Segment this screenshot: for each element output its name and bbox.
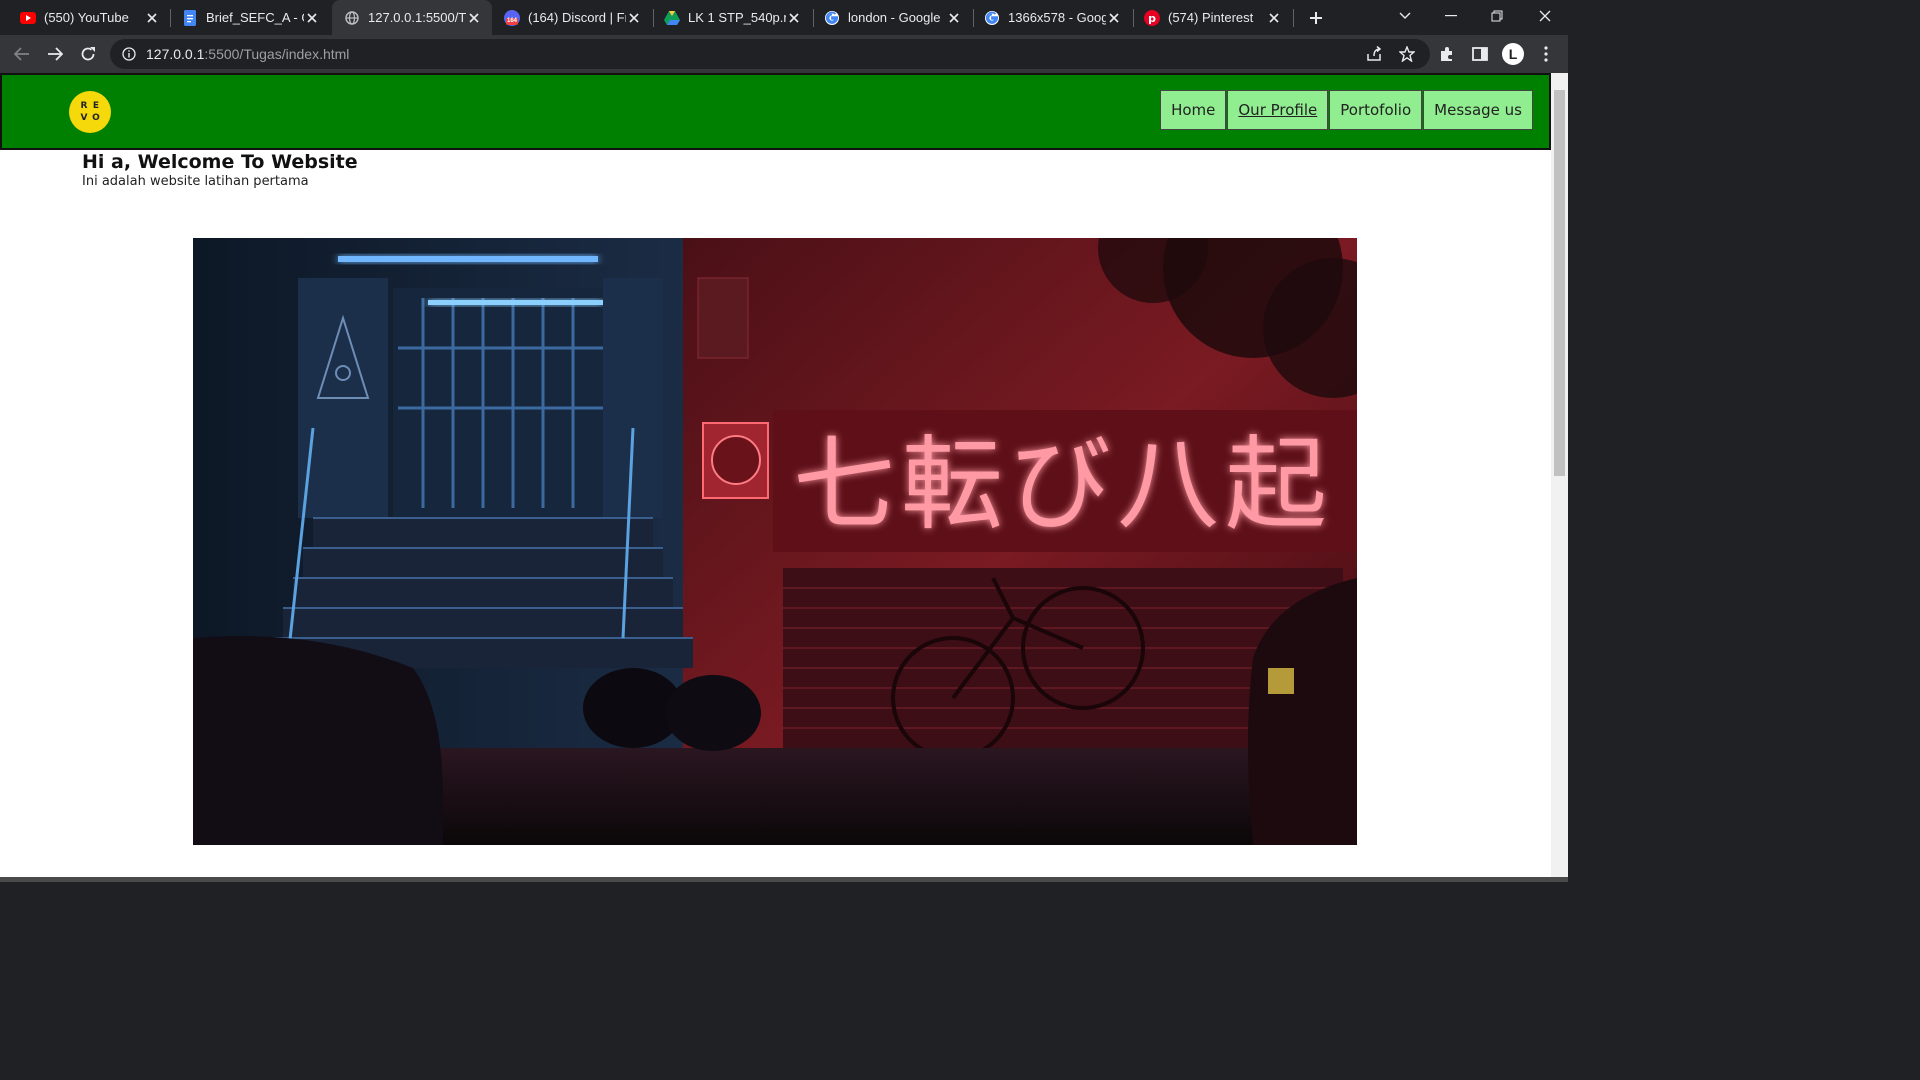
profile-button[interactable]: L [1499,40,1527,68]
tab-title: london - Google [848,10,941,25]
arrow-right-icon [48,47,63,61]
tab-title: (574) Pinterest [1168,10,1254,25]
close-tab-icon[interactable] [946,10,962,26]
logo-letter: E [92,101,100,111]
neon-street-illustration: 七転び八起 [193,238,1357,845]
tab-drive-video[interactable]: LK 1 STP_540p.mp [654,0,812,35]
tab-brief-doc[interactable]: Brief_SEFC_A - Go [172,0,330,35]
tab-pinterest[interactable]: p (574) Pinterest [1134,0,1292,35]
neon-sign-text: 七転び八起 [793,426,1333,545]
page-scrollbar[interactable] [1551,73,1568,877]
new-tab-button[interactable] [1304,6,1328,30]
google-drive-icon [664,10,680,26]
logo-letter: O [92,113,100,123]
url-host: 127.0.0.1 [146,46,205,62]
url-path: :5500/Tugas/index.html [204,46,350,62]
tab-discord[interactable]: 164 (164) Discord | Fri [494,0,652,35]
forward-button[interactable] [41,40,69,68]
restore-button[interactable] [1474,0,1520,32]
browser-toolbar: 127.0.0.1:5500/Tugas/index.html L [0,35,1568,73]
browser-tab-strip: (550) YouTube Brief_SEFC_A - Go 127.0.0.… [0,0,1568,35]
arrow-left-icon [14,47,29,61]
close-icon [1539,10,1551,22]
close-tab-icon[interactable] [626,10,642,26]
nav-our-profile[interactable]: Our Profile [1227,90,1329,130]
close-tab-icon[interactable] [1266,10,1282,26]
tab-title: 1366x578 - Goog [1008,10,1106,25]
tab-title: 127.0.0.1:5500/Tu [368,10,466,25]
close-tab-icon[interactable] [144,10,160,26]
back-button[interactable] [8,40,36,68]
url-text: 127.0.0.1:5500/Tugas/index.html [146,46,349,62]
tab-google-london[interactable]: london - Google [814,0,972,35]
site-logo[interactable]: R E V O [69,91,111,133]
puzzle-icon [1441,47,1452,61]
pinterest-icon: p [1144,9,1160,26]
youtube-icon [20,10,36,26]
globe-icon [344,10,360,26]
restore-icon [1491,10,1503,22]
extensions-button[interactable] [1433,40,1461,68]
logo-letter: R [80,101,88,111]
info-icon[interactable] [122,47,136,61]
tab-title: (550) YouTube [44,10,129,25]
menu-button[interactable] [1532,40,1560,68]
side-panel-icon [1472,47,1488,61]
close-tab-icon[interactable] [786,10,802,26]
reload-icon [81,47,95,61]
hero-image: 七転び八起 [193,238,1357,845]
hero-title: Hi a, Welcome To Website [82,151,358,173]
google-icon [984,10,1000,26]
tab-youtube[interactable]: (550) YouTube [0,0,170,35]
page-viewport: R E V O Home Our Profile Portofolio Mess… [0,73,1551,877]
address-bar[interactable]: 127.0.0.1:5500/Tugas/index.html [110,39,1430,69]
main-nav: Home Our Profile Portofolio Message us [1159,90,1533,130]
svg-text:p: p [1148,12,1156,25]
site-header: R E V O Home Our Profile Portofolio Mess… [0,73,1551,150]
chevron-down-icon [1399,12,1411,19]
star-icon [1399,46,1415,62]
google-docs-icon [182,9,198,26]
scrollbar-thumb[interactable] [1554,90,1565,476]
tab-title: LK 1 STP_540p.mp [688,10,786,25]
plus-icon [1310,12,1322,24]
minimize-button[interactable] [1428,0,1474,32]
share-button[interactable] [1360,40,1388,68]
tab-localhost[interactable]: 127.0.0.1:5500/Tu [332,0,492,35]
tab-title: Brief_SEFC_A - Go [206,10,304,25]
kebab-menu-icon [1544,46,1548,62]
hero-text: Hi a, Welcome To Website Ini adalah webs… [82,151,358,189]
close-tab-icon[interactable] [466,10,482,26]
close-tab-icon[interactable] [1106,10,1122,26]
hero-subtitle: Ini adalah website latihan pertama [82,174,309,189]
avatar-initial: L [1508,46,1518,62]
tab-search-button[interactable] [1382,0,1428,32]
share-icon [1367,46,1382,61]
discord-icon: 164 [504,9,520,26]
window-bottom-edge [0,877,1568,882]
reload-button[interactable] [74,40,102,68]
google-icon [824,10,840,26]
tab-google-1366[interactable]: 1366x578 - Goog [974,0,1132,35]
logo-letter: V [80,113,88,123]
close-window-button[interactable] [1522,0,1568,32]
avatar: L [1502,43,1524,65]
bookmark-button[interactable] [1393,40,1421,68]
close-tab-icon[interactable] [304,10,320,26]
minimize-icon [1445,15,1457,17]
tab-title: (164) Discord | Fri [528,10,626,25]
nav-message-us[interactable]: Message us [1423,90,1533,130]
nav-home[interactable]: Home [1160,90,1227,130]
nav-portofolio[interactable]: Portofolio [1329,90,1423,130]
side-panel-button[interactable] [1466,40,1494,68]
discord-badge: 164 [507,17,518,24]
